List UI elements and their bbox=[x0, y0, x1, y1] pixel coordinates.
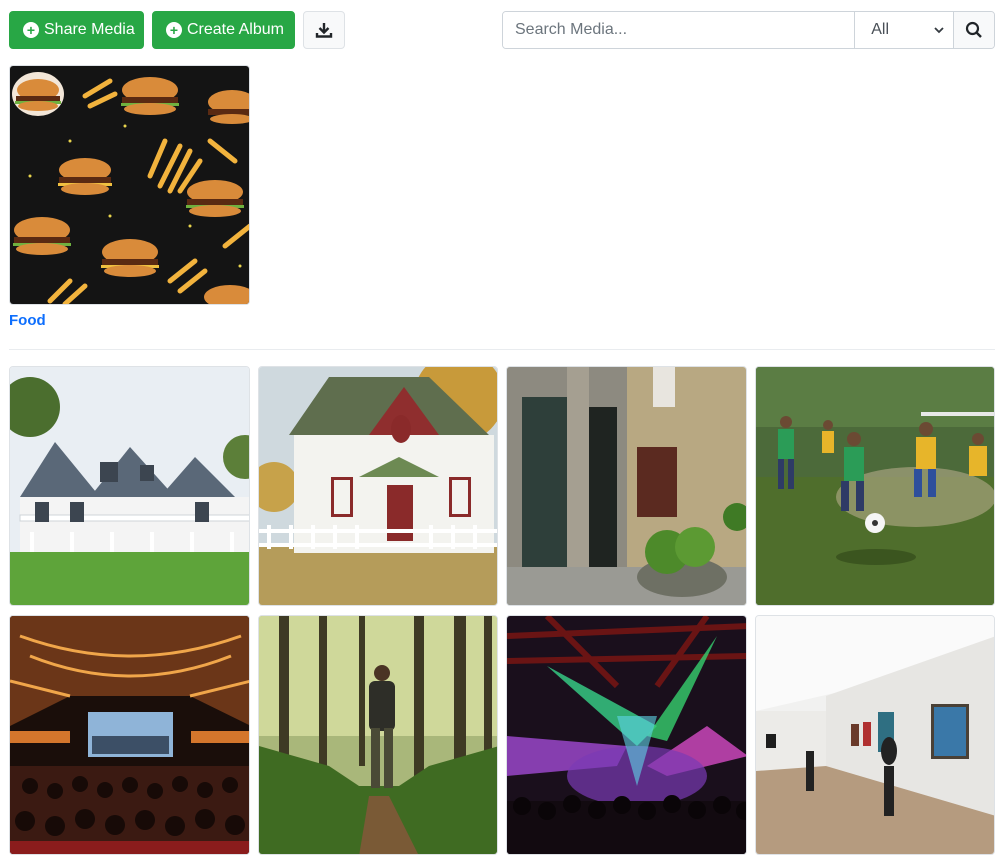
soccer-image bbox=[756, 367, 994, 605]
share-media-button[interactable]: + Share Media bbox=[9, 11, 144, 49]
create-album-label: Create Album bbox=[187, 21, 284, 38]
download-icon bbox=[315, 23, 333, 38]
media-thumbnail-4[interactable] bbox=[755, 366, 995, 606]
theater-image bbox=[10, 616, 249, 854]
media-thumbnail-2[interactable] bbox=[258, 366, 498, 606]
media-thumbnail-8[interactable] bbox=[755, 615, 995, 855]
download-button[interactable] bbox=[303, 11, 345, 49]
art-gallery-image bbox=[756, 616, 994, 854]
search-group: All bbox=[502, 11, 995, 49]
house-image bbox=[10, 367, 249, 605]
album-title-food[interactable]: Food bbox=[9, 312, 46, 329]
album-thumbnail-food[interactable] bbox=[9, 65, 250, 305]
media-thumbnail-3[interactable] bbox=[506, 366, 747, 606]
chevron-down-icon bbox=[934, 27, 944, 34]
search-input[interactable] bbox=[503, 12, 855, 48]
plus-circle-icon: + bbox=[166, 22, 182, 38]
media-thumbnail-6[interactable] bbox=[258, 615, 498, 855]
share-media-label: Share Media bbox=[44, 21, 135, 38]
search-button[interactable] bbox=[953, 12, 994, 48]
concert-image bbox=[507, 616, 746, 854]
cottage-image bbox=[259, 367, 497, 605]
forest-hiker-image bbox=[259, 616, 497, 854]
filter-selected-value: All bbox=[871, 21, 890, 38]
stone-building-image bbox=[507, 367, 746, 605]
create-album-button[interactable]: + Create Album bbox=[152, 11, 295, 49]
section-divider bbox=[9, 349, 995, 350]
media-thumbnail-7[interactable] bbox=[506, 615, 747, 855]
plus-circle-icon: + bbox=[23, 22, 39, 38]
toolbar: + Share Media + Create Album All bbox=[0, 0, 1001, 60]
media-filter-select[interactable]: All bbox=[854, 12, 953, 48]
search-icon bbox=[965, 21, 982, 38]
media-thumbnail-1[interactable] bbox=[9, 366, 250, 606]
burgers-and-fries-image bbox=[10, 66, 249, 304]
media-thumbnail-5[interactable] bbox=[9, 615, 250, 855]
